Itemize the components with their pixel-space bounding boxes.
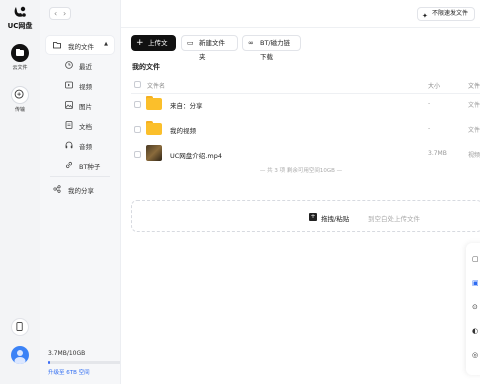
sidebar-item-label: 图片 (79, 103, 92, 111)
plus-icon: + (136, 38, 144, 48)
headphones-icon (65, 141, 73, 149)
file-type: 文件 (468, 127, 480, 134)
breadcrumb[interactable]: 我的文件 (132, 62, 160, 72)
floating-tool-panel: ▢ ▣ ⊙ ◐ ◎ (466, 243, 480, 375)
transfer-icon (11, 86, 29, 104)
row-checkbox[interactable] (134, 101, 141, 108)
folder-icon (146, 96, 162, 110)
app-name: UC网盘 (7, 22, 33, 30)
tool-icon[interactable]: ▣ (472, 279, 480, 287)
app-rail: UC网盘 云文件 传输 (0, 0, 40, 384)
rail-label: 云文件 (12, 65, 28, 71)
phone-icon (16, 322, 23, 331)
tool-icon[interactable]: ▢ (472, 255, 480, 263)
folder-plus-icon: ▭ (187, 39, 194, 47)
document-icon (65, 121, 73, 129)
app-logo: UC网盘 (0, 0, 40, 34)
table-row[interactable]: UC网盘介绍.mp4 3.7MB 视频 (131, 142, 480, 167)
dropzone-hint-text: 到空白处上传文件 (368, 215, 420, 223)
folder-icon (53, 42, 61, 49)
sidebar-item-label: 音频 (79, 143, 92, 151)
sidebar-item-audio[interactable]: 音频 (46, 136, 114, 154)
row-checkbox[interactable] (134, 126, 141, 133)
rail-label: 传输 (14, 107, 25, 113)
sidebar-item-recent[interactable]: 最近 (46, 56, 114, 74)
clock-icon (65, 61, 73, 69)
video-icon (65, 81, 73, 89)
sidebar-item-my-share[interactable]: 我的分享 (46, 180, 114, 198)
back-icon[interactable]: ‹ (54, 9, 57, 18)
sidebar-item-my-files[interactable]: 我的文件 ▲ (46, 36, 114, 54)
storage-progress-fill (48, 361, 50, 364)
column-size-header[interactable]: 大小 (428, 81, 440, 90)
sidebar-item-label: BT种子 (79, 163, 101, 171)
mobile-app-button[interactable] (11, 318, 29, 336)
sidebar-item-bt[interactable]: BT种子 (46, 156, 114, 174)
upload-label: 上传文件 (148, 39, 168, 63)
sidebar-item-label: 我的文件 (68, 43, 94, 51)
sparkle-icon: ✦ (421, 12, 428, 20)
sidebar-item-video[interactable]: 视频 (46, 76, 114, 94)
file-name: 来自：分享 (170, 102, 203, 110)
file-name: UC网盘介绍.mp4 (170, 152, 222, 160)
file-type: 文件 (468, 102, 480, 109)
top-bar: ✦ 不限速发文件 (121, 0, 480, 28)
select-all-checkbox[interactable] (134, 81, 141, 88)
file-size: 3.7MB (428, 150, 447, 157)
share-icon (53, 185, 61, 193)
main-panel: ✦ 不限速发文件 + 上传文件 ▭ 新建文件夹 ∞ BT/磁力链下载 我的文件 … (120, 0, 480, 384)
sidebar-item-label: 我的分享 (68, 187, 94, 195)
file-sidebar: ‹ › 我的文件 ▲ 最近 视频 图片 文档 音频 BT种子 我的分享 3.7M… (40, 0, 152, 384)
rail-item-transfer[interactable]: 传输 (0, 86, 40, 113)
new-folder-label: 新建文件夹 (199, 39, 225, 61)
sidebar-item-label: 视频 (79, 83, 92, 91)
link-icon: ∞ (248, 39, 254, 47)
dropzone-main-text: 拖拽/粘贴 (321, 215, 350, 223)
tool-icon[interactable]: ⊙ (472, 303, 480, 311)
image-icon (65, 101, 73, 109)
folder-icon (146, 121, 162, 135)
forward-icon[interactable]: › (63, 9, 66, 18)
plus-icon: + (309, 213, 317, 221)
file-size: - (428, 100, 431, 107)
column-type-header[interactable]: 文件 (468, 81, 480, 90)
sidebar-item-image[interactable]: 图片 (46, 96, 114, 114)
table-row[interactable]: 我的视频 - 文件 (131, 117, 480, 142)
tool-icon[interactable]: ◎ (472, 351, 480, 359)
uc-logo-icon (14, 6, 26, 17)
user-avatar[interactable] (11, 346, 29, 364)
folder-icon (11, 44, 29, 62)
sidebar-item-label: 最近 (79, 63, 92, 71)
table-row[interactable]: 来自：分享 - 文件 (131, 92, 480, 117)
tool-icon[interactable]: ◐ (472, 327, 480, 335)
upgrade-link[interactable]: 升级至 6TB 空间 (48, 368, 90, 376)
sidebar-item-document[interactable]: 文档 (46, 116, 114, 134)
storage-usage-text: 3.7MB/10GB (48, 350, 86, 357)
history-nav: ‹ › (49, 7, 71, 20)
rail-item-cloud-files[interactable]: 云文件 (0, 44, 40, 71)
send-files-label: 不限速发文件 (431, 10, 468, 17)
avatar-icon (14, 350, 26, 364)
sidebar-item-label: 文档 (79, 123, 92, 131)
chevron-up-icon: ▲ (104, 41, 108, 47)
new-folder-button[interactable]: ▭ 新建文件夹 (181, 35, 238, 61)
file-count-summary: — 共 3 项 剩余可用空间10GB — (259, 168, 343, 174)
bt-download-label: BT/磁力链下载 (260, 39, 291, 61)
upload-dropzone[interactable]: + 拖拽/粘贴 到空白处上传文件 (131, 200, 480, 232)
upload-button[interactable]: + 上传文件 (131, 35, 176, 63)
link-icon (65, 161, 73, 169)
video-thumbnail (146, 145, 162, 161)
file-name: 我的视频 (170, 127, 196, 135)
bt-download-button[interactable]: ∞ BT/磁力链下载 (242, 35, 301, 61)
sidebar-divider (50, 176, 110, 177)
column-name-header[interactable]: 文件名 (147, 81, 165, 90)
file-size: - (428, 125, 431, 132)
file-type: 视频 (468, 152, 480, 159)
send-files-button[interactable]: ✦ 不限速发文件 (416, 7, 475, 21)
row-checkbox[interactable] (134, 151, 141, 158)
